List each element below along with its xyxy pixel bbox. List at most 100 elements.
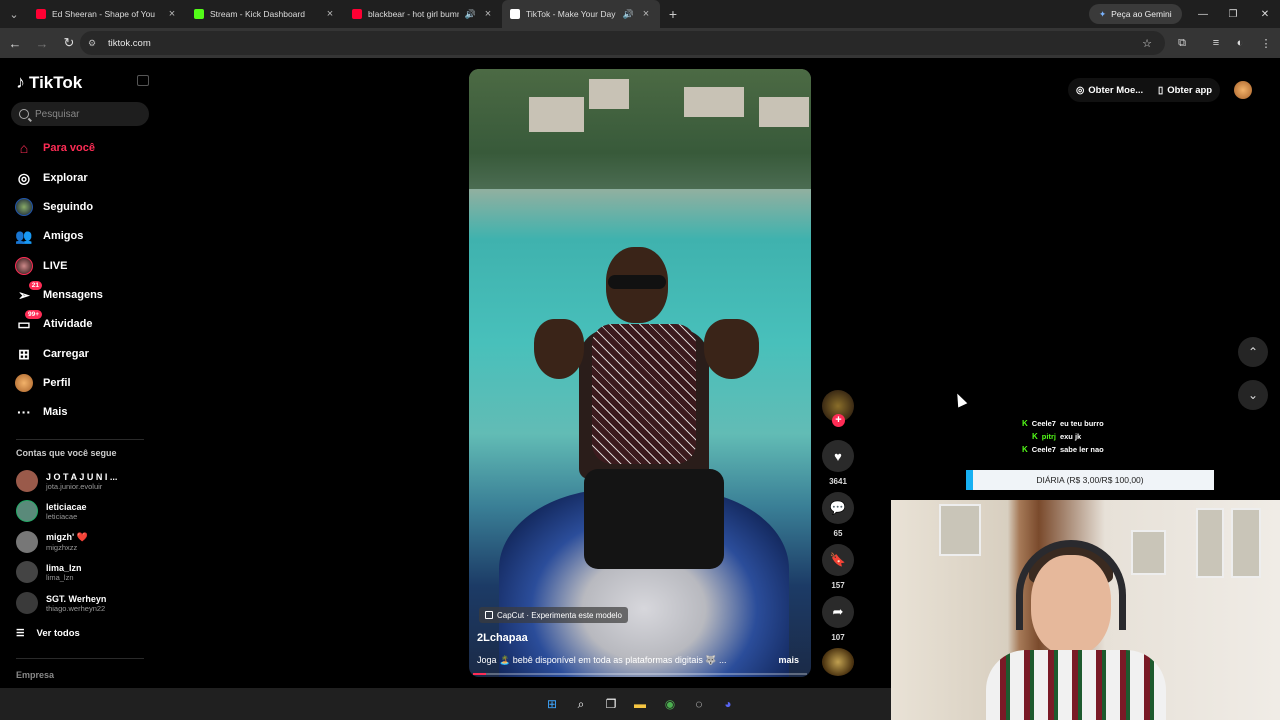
bookmark-icon[interactable]: 🔖 <box>822 544 854 576</box>
browser-tab-strip: ⌄ Ed Sheeran - Shape of You × Stream - K… <box>0 0 1280 28</box>
avatar <box>16 561 38 583</box>
minimize-icon[interactable]: — <box>1188 0 1218 28</box>
chat-user: Ceele7 <box>1031 419 1056 428</box>
tiktok-logo[interactable]: ♪ TikTok <box>16 72 82 93</box>
new-tab-icon[interactable]: + <box>660 6 686 22</box>
chat-message: K Ceele7 eu teu burro <box>1022 419 1104 428</box>
extensions-icon[interactable]: ⧉ <box>1170 31 1194 55</box>
kick-icon: K <box>1032 432 1038 441</box>
nav-seguindo[interactable]: Seguindo <box>15 195 93 219</box>
restore-icon[interactable]: ❐ <box>1218 0 1248 28</box>
previous-video-chevron-up-icon[interactable]: ⌃ <box>1238 337 1268 367</box>
nav-mais[interactable]: ··· Mais <box>15 400 67 424</box>
get-coins-label: Obter Moe... <box>1088 84 1144 96</box>
goal-label: DIÁRIA (R$ 3,00/R$ 100,00) <box>1036 475 1144 485</box>
reload-icon[interactable]: ↻ <box>57 31 81 55</box>
video-progress-bar[interactable] <box>473 673 807 675</box>
nav-perfil[interactable]: Perfil <box>15 371 71 395</box>
followed-account[interactable]: J O T A J U N I ... jota.junior.evoluir <box>16 467 117 495</box>
forward-icon[interactable]: → <box>30 31 54 55</box>
windows-start-icon[interactable]: ⊞ <box>542 694 562 714</box>
video-player[interactable]: CapCut · Experimenta este modelo 2Lchapa… <box>469 69 811 677</box>
see-all-button[interactable]: ☰ Ver todos <box>16 628 80 639</box>
chrome-icon[interactable]: ◉ <box>660 694 680 714</box>
followed-account[interactable]: SGT. Werheyn thiago.werheyn22 <box>16 589 106 617</box>
search-icon <box>19 109 29 119</box>
account-name: J O T A J U N I ... <box>46 471 118 482</box>
nav-label: Mensagens <box>43 289 103 301</box>
audio-playing-icon[interactable]: 🔊 <box>623 9 634 20</box>
nav-amigos[interactable]: 👥 Amigos <box>15 224 83 248</box>
nav-label: Carregar <box>43 348 89 360</box>
site-info-icon[interactable]: ⚙ <box>88 38 100 48</box>
file-explorer-icon[interactable]: ▬ <box>630 694 650 714</box>
close-tab-icon[interactable]: × <box>166 8 178 20</box>
tiktok-sidebar: ♪ TikTok Pesquisar ⌂ Para você ◎ Explora… <box>0 58 160 688</box>
webcam-overlay <box>891 500 1280 720</box>
nav-mensagens[interactable]: ➢ 21 Mensagens <box>15 281 103 307</box>
browser-tab-2[interactable]: blackbear - hot girl bumme 🔊 × <box>344 0 502 28</box>
get-coins-button[interactable]: ◎ Obter Moe... <box>1068 78 1152 102</box>
audio-playing-icon[interactable]: 🔊 <box>465 9 476 20</box>
streamer-shirt <box>986 650 1166 720</box>
comment-icon[interactable]: 💬 <box>822 492 854 524</box>
music-disc-icon[interactable] <box>822 648 854 676</box>
tab-search-icon[interactable]: ⌄ <box>0 0 28 28</box>
video-house <box>759 97 809 127</box>
obs-icon[interactable]: ◌ <box>689 694 709 714</box>
youtube-favicon-icon <box>352 9 362 19</box>
discord-icon[interactable]: ◕ <box>718 694 738 714</box>
followed-account[interactable]: migzh' ❤️ migzhxzz <box>16 528 88 556</box>
media-control-icon[interactable]: ≡ <box>1204 31 1228 55</box>
video-author[interactable]: 2Lchapaa <box>477 632 528 644</box>
gemini-sparkle-icon: ✦ <box>1099 8 1107 19</box>
account-handle: jota.junior.evoluir <box>46 481 103 491</box>
bookmark-star-icon[interactable]: ☆ <box>1135 31 1159 55</box>
collapse-sidebar-icon[interactable] <box>137 75 149 86</box>
browser-tab-3[interactable]: TikTok - Make Your Day 🔊 × <box>502 0 660 28</box>
company-link[interactable]: Empresa <box>16 670 54 680</box>
task-view-icon[interactable]: ❐ <box>601 694 621 714</box>
nav-carregar[interactable]: ⊞ Carregar <box>15 342 89 366</box>
nav-label: Amigos <box>43 230 84 242</box>
browser-tab-1[interactable]: Stream - Kick Dashboard × <box>186 0 344 28</box>
followed-account[interactable]: lima_lzn lima_lzn <box>16 558 82 586</box>
back-icon[interactable]: ← <box>3 31 27 55</box>
nav-label: Atividade <box>43 318 93 330</box>
like-heart-icon[interactable]: ♥ <box>822 440 854 472</box>
share-arrow-icon[interactable]: ➦ <box>822 596 854 628</box>
profile-icon[interactable]: ◐ <box>1228 31 1252 55</box>
gemini-button[interactable]: ✦ Peça ao Gemini <box>1089 4 1182 24</box>
video-house <box>684 87 744 117</box>
capcut-template-badge[interactable]: CapCut · Experimenta este modelo <box>479 607 628 623</box>
browser-tab-0[interactable]: Ed Sheeran - Shape of You × <box>28 0 186 28</box>
chat-message: K pitrj exu jk <box>1032 432 1081 441</box>
user-avatar[interactable] <box>1234 81 1252 99</box>
address-bar[interactable]: ⚙ tiktok.com <box>80 31 1165 55</box>
follow-plus-icon[interactable]: + <box>832 414 845 427</box>
search-icon[interactable]: ⌕ <box>571 694 591 714</box>
avatar <box>16 592 38 614</box>
upload-icon: ⊞ <box>18 345 30 362</box>
video-house <box>529 97 584 132</box>
nav-para-voce[interactable]: ⌂ Para você <box>15 136 95 160</box>
menu-kebab-icon[interactable]: ⋮ <box>1254 31 1278 55</box>
coin-icon: ◎ <box>1076 84 1085 96</box>
search-input[interactable]: Pesquisar <box>11 102 149 126</box>
close-tab-icon[interactable]: × <box>640 8 652 20</box>
nav-live[interactable]: LIVE <box>15 254 67 278</box>
followed-account[interactable]: leticiacae leticiacae <box>16 497 87 525</box>
close-tab-icon[interactable]: × <box>324 8 336 20</box>
next-video-chevron-down-icon[interactable]: ⌄ <box>1238 380 1268 410</box>
chat-message: K Ceele7 sabe ler nao <box>1022 445 1104 454</box>
nav-explorar[interactable]: ◎ Explorar <box>15 166 88 190</box>
get-app-button[interactable]: ▯ Obter app <box>1150 78 1221 102</box>
caption-more-button[interactable]: mais <box>778 655 799 665</box>
tab-title: Ed Sheeran - Shape of You <box>52 9 156 19</box>
nav-atividade[interactable]: ▭ 99+ Atividade <box>15 310 93 336</box>
logo-text: TikTok <box>29 72 83 92</box>
browser-toolbar: ← → ↻ ⚙ tiktok.com ☆ ⧉ ≡ ◐ ⋮ <box>0 28 1280 58</box>
close-window-icon[interactable]: ✕ <box>1250 0 1280 28</box>
phone-icon: ▯ <box>1158 84 1164 96</box>
close-tab-icon[interactable]: × <box>482 8 494 20</box>
